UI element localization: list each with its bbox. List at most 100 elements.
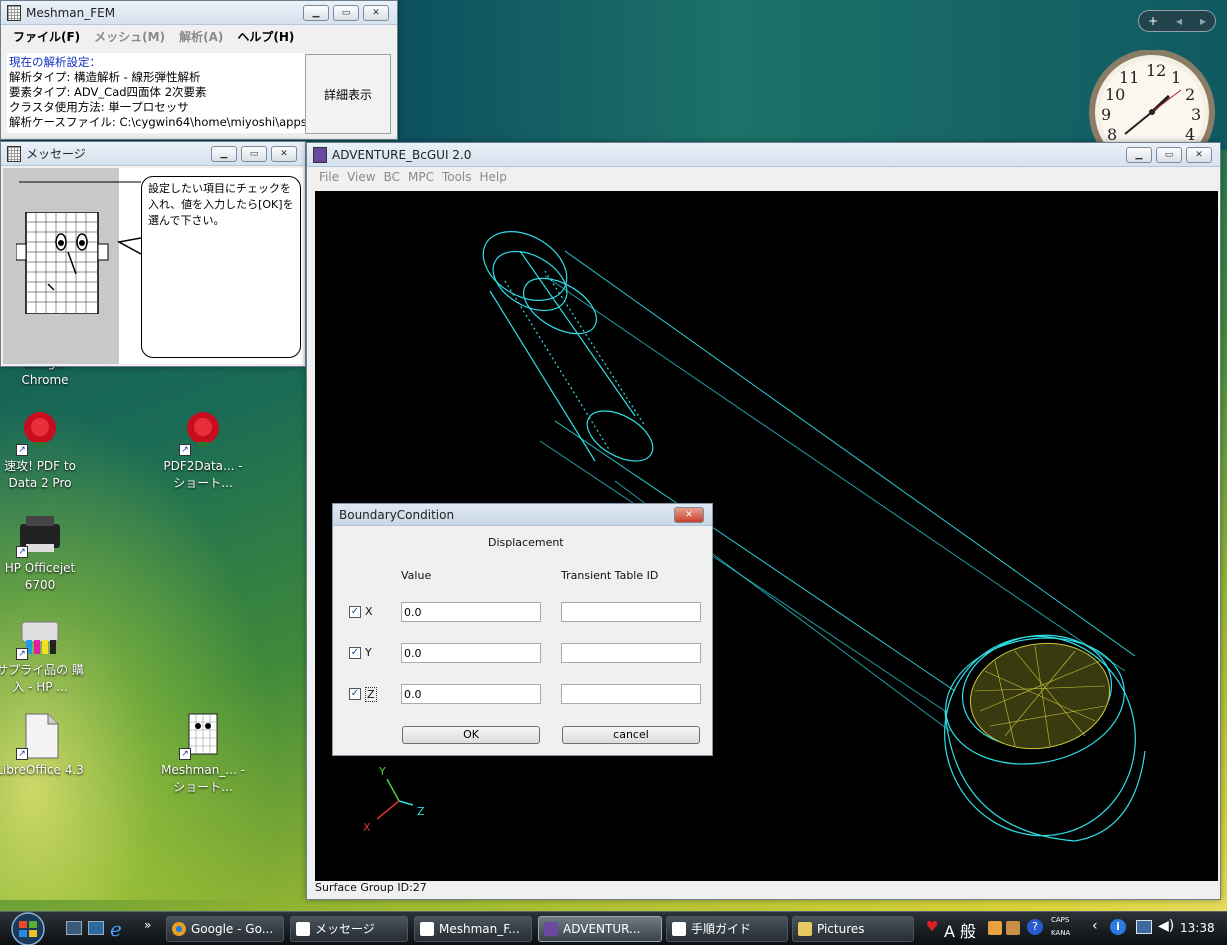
desktop-icon-hp-supplies[interactable]: ↗ サプライ品の 購入 - HP ... [0,612,85,696]
network-icon[interactable] [1136,920,1152,934]
clock-num-9: 9 [1101,105,1111,124]
settings-line: 解析タイプ: 構造解析 - 線形弾性解析 [9,70,201,84]
menu-mesh[interactable]: メッシュ(M) [94,28,165,45]
settings-line: クラスタ使用方法: 単一プロセッサ [9,100,189,114]
prev-gadget-icon[interactable]: ◂ [1176,14,1182,28]
taskbar-item-label: Meshman_F... [439,922,520,936]
quicklaunch-overflow-icon[interactable]: » [144,918,151,932]
settings-line: 要素タイプ: ADV_Cad四面体 2次要素 [9,85,207,99]
meshman-icon [296,922,310,936]
meshman-menubar: ファイル(F) メッシュ(M) 解析(A) ヘルプ(H) [1,25,397,47]
maximize-button[interactable]: ▭ [333,4,359,21]
maximize-button[interactable]: ▭ [241,145,267,162]
menu-analysis[interactable]: 解析(A) [179,28,223,45]
clock-time[interactable]: 13:38 [1180,921,1215,935]
taskbar-item-chrome[interactable]: Google - Go... [166,916,284,942]
z-table-id-input[interactable] [561,684,701,704]
desktop-icon-meshman[interactable]: ↗ Meshman_... - ショート... [158,712,248,796]
y-label: Y [365,646,372,659]
menu-file[interactable]: File [319,170,339,184]
taskbar-item-meshman[interactable]: Meshman_F... [414,916,532,942]
y-checkbox[interactable]: ✓ [349,647,361,659]
volume-icon[interactable]: ◀) [1158,918,1174,934]
internet-explorer-icon[interactable]: e [110,917,122,941]
y-value-input[interactable] [401,643,541,663]
clock-num-2: 2 [1185,85,1195,104]
settings-line: 解析ケースファイル: C:\cygwin64\home\miyoshi\apps… [9,115,305,129]
menu-bc[interactable]: BC [384,170,400,184]
axis-triad [376,778,414,820]
taskbar-item-pictures[interactable]: Pictures [792,916,914,942]
next-gadget-icon[interactable]: ▸ [1200,14,1206,28]
taskbar-item-message[interactable]: メッセージ [290,916,408,942]
sidebar-controls[interactable]: + ◂ ▸ [1138,10,1216,32]
menu-view[interactable]: View [347,170,375,184]
x-table-id-input[interactable] [561,602,701,622]
shortcut-arrow-icon: ↗ [16,748,28,760]
desktop-icon-label: サプライ品の 購入 - HP ... [0,663,84,694]
message-bubble: 設定したい項目にチェックを入れ、値を入力したら[OK]を選んで下さい。 [141,176,301,358]
bcgui-app-icon [313,146,327,163]
desktop-icon-pdf2data[interactable]: ↗ PDF2Data... - ショート... [158,408,248,492]
z-value-input[interactable] [401,684,541,704]
rose-icon: ↗ [16,408,64,456]
desktop-icon-hp-officejet[interactable]: ↗ HP Officejet 6700 [0,510,85,594]
desktop-icon-label: PDF2Data... - ショート... [163,459,243,490]
shortcut-arrow-icon: ↗ [16,444,28,456]
tray-expand-icon[interactable]: ‹ [1092,918,1098,934]
bcgui-icon [544,922,558,936]
shortcut-arrow-icon: ↗ [179,748,191,760]
show-desktop-icon[interactable] [66,921,82,935]
chrome-icon [172,922,186,936]
start-button[interactable] [4,912,52,945]
axis-label-z: Z [417,805,425,818]
menu-help[interactable]: Help [480,170,507,184]
close-button[interactable]: ✕ [271,145,297,162]
window-title: メッセージ [26,147,86,161]
detail-view-button[interactable]: 詳細表示 [305,54,391,134]
maximize-button[interactable]: ▭ [1156,146,1182,163]
taskbar-item-bcgui[interactable]: ADVENTUR... [538,916,662,942]
document-icon: ↗ [16,712,64,760]
close-button[interactable]: ✕ [363,4,389,21]
z-checkbox[interactable]: ✓ [349,688,361,700]
minimize-button[interactable]: ▁ [211,145,237,162]
meshman-icon [420,922,434,936]
menu-help[interactable]: ヘルプ(H) [237,28,294,45]
meshman-window: Meshman_FEM ▁ ▭ ✕ ファイル(F) メッシュ(M) 解析(A) … [0,0,398,140]
close-button[interactable]: ✕ [674,506,704,523]
bcgui-titlebar[interactable]: ADVENTURE_BcGUI 2.0 ▁ ▭ ✕ [307,143,1220,167]
ime-dictionary-icon[interactable] [1006,921,1020,935]
info-icon[interactable]: i [1110,919,1126,935]
x-value-input[interactable] [401,602,541,622]
minimize-button[interactable]: ▁ [1126,146,1152,163]
x-checkbox[interactable]: ✓ [349,606,361,618]
meshman-icon [672,922,686,936]
menu-mpc[interactable]: MPC [408,170,434,184]
close-button[interactable]: ✕ [1186,146,1212,163]
desktop-icon-pdf-to-data[interactable]: ↗ 速攻! PDF to Data 2 Pro [0,408,85,492]
system-tray: ♥ A 般 ? CAPS KANA ‹ i ◀) 13:38 [920,912,1227,945]
notification-heart-icon[interactable]: ♥ [926,919,939,935]
desktop-icon-libreoffice[interactable]: ↗ LibreOffice 4.3 [0,712,85,779]
taskbar: e » Google - Go... メッセージ Meshman_F... AD… [0,911,1227,945]
shortcut-arrow-icon: ↗ [16,546,28,558]
help-icon[interactable]: ? [1027,919,1043,935]
clock-gadget: 12 1 2 3 4 8 9 10 11 [1089,49,1215,175]
ime-mode-indicator[interactable]: A 般 [944,918,976,942]
y-table-id-input[interactable] [561,643,701,663]
switch-windows-icon[interactable] [88,921,104,935]
ok-button[interactable]: OK [402,726,540,744]
minimize-button[interactable]: ▁ [303,4,329,21]
cancel-button[interactable]: cancel [562,726,700,744]
caps-indicator: CAPS [1051,916,1070,924]
menu-file[interactable]: ファイル(F) [13,28,80,45]
axis-label-x: X [363,821,371,834]
meshman-titlebar[interactable]: Meshman_FEM ▁ ▭ ✕ [1,1,397,25]
ime-tool-icon[interactable] [988,921,1002,935]
dialog-titlebar[interactable]: BoundaryCondition ✕ [333,504,712,526]
taskbar-item-guide[interactable]: 手順ガイド [666,916,788,942]
message-titlebar[interactable]: メッセージ ▁ ▭ ✕ [1,142,305,166]
menu-tools[interactable]: Tools [442,170,472,184]
add-gadget-icon[interactable]: + [1148,14,1158,28]
